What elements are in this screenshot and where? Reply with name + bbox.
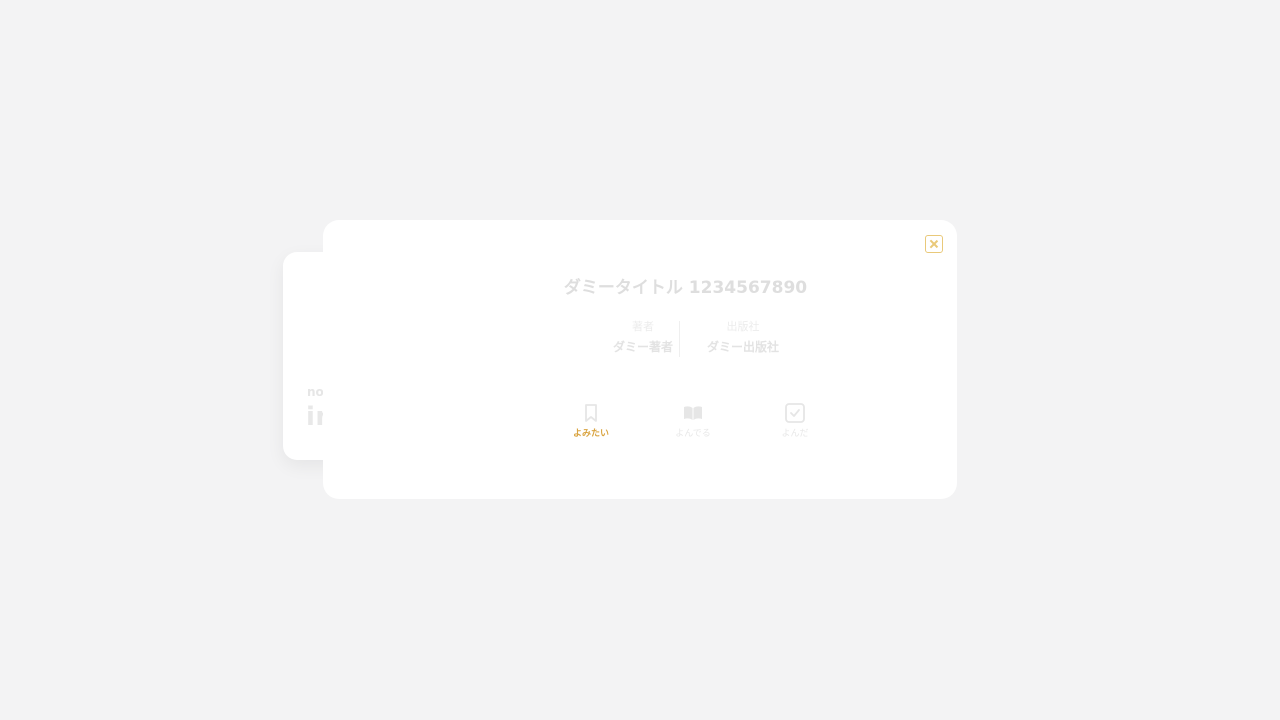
finished-reading-label: よんだ: [781, 429, 809, 439]
book-detail-card: ダミータイトル 1234567890 著者 ダミー著者 出版社 ダミー出版社 よ…: [323, 220, 957, 499]
book-meta: 著者 ダミー著者 出版社 ダミー出版社: [593, 320, 793, 358]
reading-status-actions: よみたい よんでる よんだ: [540, 402, 846, 440]
reading-label: よんでる: [675, 429, 711, 439]
open-book-icon: [684, 406, 702, 420]
cover-no-label: no: [307, 385, 324, 399]
author-label: 著者: [632, 320, 654, 333]
author-value: ダミー著者: [612, 340, 673, 354]
reading-button[interactable]: よんでる: [642, 402, 744, 440]
close-icon: [929, 239, 939, 249]
meta-divider: [679, 321, 680, 357]
check-box-icon: [785, 403, 805, 423]
want-to-read-label: よみたい: [572, 429, 609, 439]
bookmark-icon: [585, 404, 597, 422]
close-button[interactable]: [925, 235, 943, 253]
author-block: 著者 ダミー著者: [593, 320, 693, 358]
want-to-read-button[interactable]: よみたい: [540, 402, 642, 440]
book-title: ダミータイトル 1234567890: [563, 278, 808, 298]
publisher-block: 出版社 ダミー出版社: [693, 320, 793, 358]
publisher-label: 出版社: [726, 320, 760, 333]
publisher-value: ダミー出版社: [706, 340, 779, 354]
finished-reading-button[interactable]: よんだ: [744, 402, 846, 440]
